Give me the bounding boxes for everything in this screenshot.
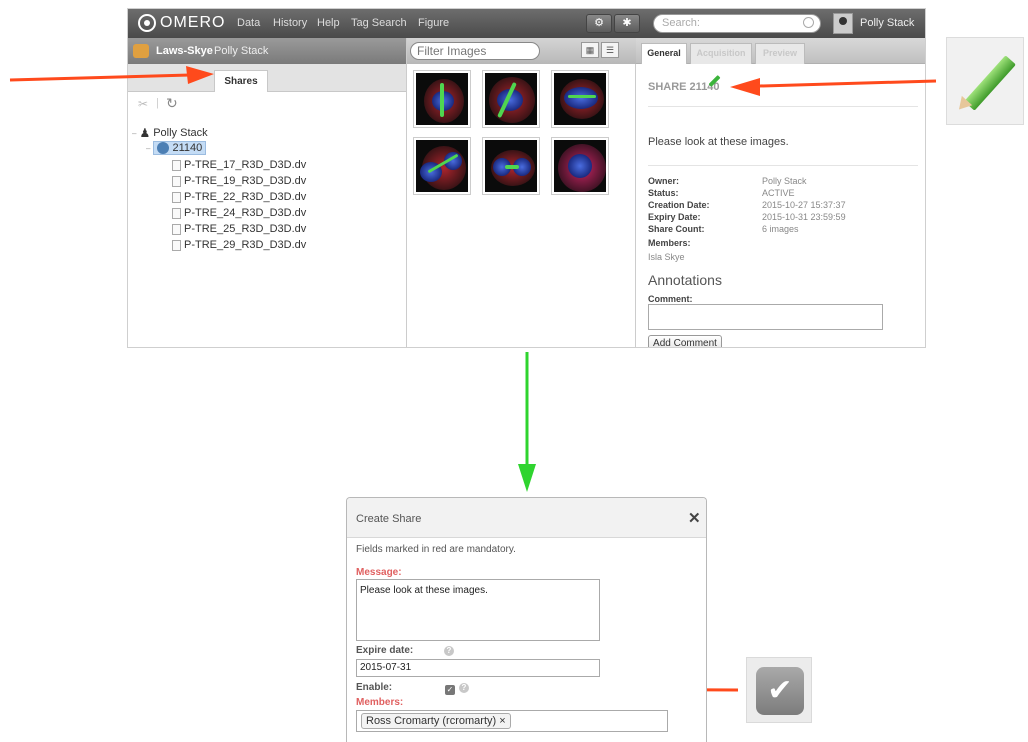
arrow-down-to-dialog — [518, 352, 536, 492]
close-icon[interactable]: ✕ — [688, 509, 701, 527]
help-icon[interactable]: ? — [444, 646, 454, 656]
members-label: Members: — [356, 697, 404, 708]
checkbox-zoom-callout: ✔ — [746, 657, 812, 723]
expire-date-label: Expire date: — [356, 645, 414, 656]
pencil-icon — [964, 55, 1016, 111]
enable-checkbox[interactable]: ✓ — [445, 685, 455, 695]
enable-label: Enable: — [356, 682, 393, 693]
arrow-to-edit-pencil — [730, 78, 937, 96]
expire-date-input[interactable]: 2015-07-31 — [356, 659, 600, 677]
help-icon[interactable]: ? — [459, 683, 469, 693]
members-input[interactable]: Ross Cromarty (rcromarty) × — [356, 710, 668, 732]
message-textarea[interactable]: Please look at these images. — [356, 579, 600, 641]
checkmark-icon: ✔ — [756, 667, 804, 715]
message-label: Message: — [356, 567, 402, 578]
dialog-header: Create Share ✕ — [347, 498, 706, 538]
dialog-title: Create Share — [356, 513, 422, 525]
mandatory-note: Fields marked in red are mandatory. — [356, 544, 516, 555]
member-tag[interactable]: Ross Cromarty (rcromarty) × — [361, 713, 511, 729]
create-share-dialog: Create Share ✕ Fields marked in red are … — [346, 497, 707, 742]
arrow-to-shares-tab — [9, 66, 214, 84]
pencil-zoom-callout — [946, 37, 1024, 125]
